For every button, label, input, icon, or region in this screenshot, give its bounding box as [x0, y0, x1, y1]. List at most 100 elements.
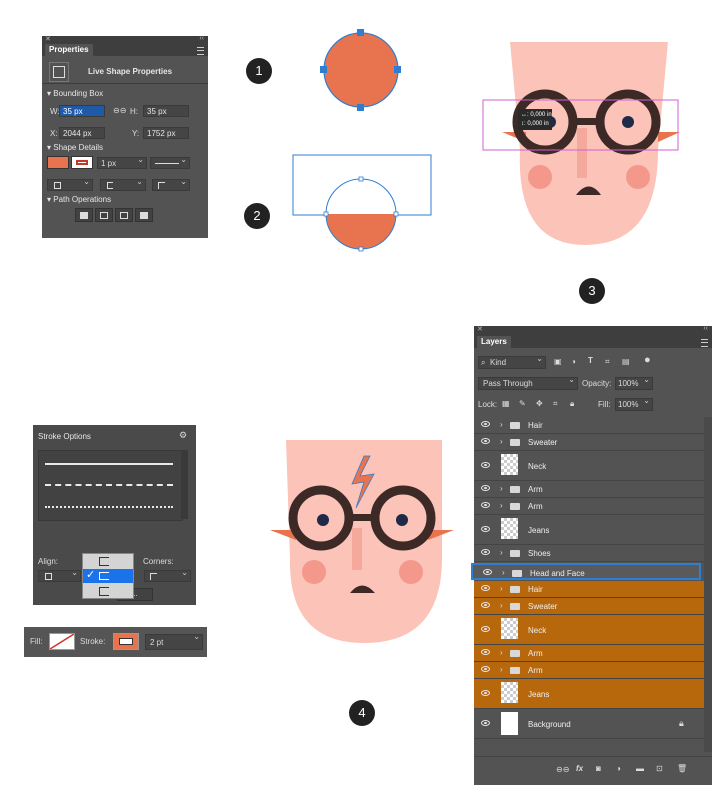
- stroke-width-dropdown[interactable]: 1 px: [97, 155, 147, 169]
- stroke-preset-dotted[interactable]: [45, 506, 173, 508]
- filter-smart-object-icon[interactable]: ▤: [622, 357, 630, 366]
- layers-close-icon[interactable]: ✕: [477, 325, 483, 333]
- fill-none-swatch[interactable]: [49, 633, 75, 650]
- filter-type-icon[interactable]: T: [588, 356, 593, 365]
- visibility-eye-icon[interactable]: [481, 626, 490, 632]
- combine-shapes-button[interactable]: [75, 208, 93, 222]
- height-field[interactable]: 35 px: [143, 105, 189, 117]
- layers-scrollbar[interactable]: [704, 417, 712, 752]
- chevron-right-icon[interactable]: ›: [500, 420, 503, 429]
- filter-adjustment-icon[interactable]: ◑: [571, 357, 576, 366]
- visibility-eye-icon[interactable]: [483, 569, 492, 575]
- layer-row-sweater-copy[interactable]: › Sweater: [474, 598, 711, 615]
- lock-image-icon[interactable]: ✎: [519, 399, 526, 408]
- layer-row-arm-2[interactable]: › Arm: [474, 498, 711, 515]
- bounding-box-header[interactable]: ▾ Bounding Box: [47, 89, 103, 98]
- visibility-eye-icon[interactable]: [481, 549, 490, 555]
- layers-collapse-icon[interactable]: ‹‹: [703, 325, 708, 332]
- width-field[interactable]: 35 px: [59, 105, 105, 117]
- filter-shape-icon[interactable]: ⌗: [605, 357, 610, 367]
- align-dropdown[interactable]: [47, 177, 93, 191]
- layers-menu-icon[interactable]: [701, 339, 708, 347]
- layer-row-jeans-copy[interactable]: Jeans: [474, 679, 711, 709]
- align-outside-option[interactable]: [99, 587, 109, 596]
- visibility-eye-icon[interactable]: [481, 485, 490, 491]
- visibility-eye-icon[interactable]: [481, 602, 490, 608]
- corners-dropdown[interactable]: [152, 177, 190, 191]
- fill-opacity-field[interactable]: 100%: [615, 396, 653, 411]
- close-icon[interactable]: ✕: [45, 35, 51, 43]
- stroke-swatch[interactable]: [71, 156, 93, 169]
- align-center-option[interactable]: ✓: [83, 569, 133, 583]
- layer-row-hair-copy[interactable]: › Hair: [474, 581, 711, 598]
- chevron-right-icon[interactable]: ›: [500, 437, 503, 446]
- lock-artboard-icon[interactable]: ⌗: [553, 399, 558, 409]
- link-icon[interactable]: ⊖⊖: [113, 106, 126, 115]
- stroke-color-swatch[interactable]: [113, 633, 139, 650]
- align-inside-option[interactable]: [99, 557, 109, 566]
- chevron-right-icon[interactable]: ›: [500, 648, 503, 657]
- layer-row-hair[interactable]: › Hair: [474, 417, 711, 434]
- chevron-right-icon[interactable]: ›: [500, 484, 503, 493]
- subtract-shape-button[interactable]: [95, 208, 113, 222]
- lock-transparent-icon[interactable]: ▦: [502, 399, 510, 408]
- adjustment-layer-icon[interactable]: ◑: [616, 764, 621, 773]
- visibility-eye-icon[interactable]: [481, 720, 490, 726]
- visibility-eye-icon[interactable]: [481, 438, 490, 444]
- layer-row-arm[interactable]: › Arm: [474, 481, 711, 498]
- new-group-icon[interactable]: ▬: [636, 764, 644, 773]
- filter-pixel-icon[interactable]: ▣: [554, 357, 562, 366]
- path-operations-header[interactable]: ▾ Path Operations: [47, 195, 111, 204]
- chevron-right-icon[interactable]: ›: [500, 548, 503, 557]
- delete-layer-icon[interactable]: 🗑︎: [677, 764, 687, 773]
- visibility-eye-icon[interactable]: [481, 690, 490, 696]
- layer-row-arm-copy[interactable]: › Arm: [474, 645, 711, 662]
- chevron-right-icon[interactable]: ›: [500, 501, 503, 510]
- intersect-shape-button[interactable]: [115, 208, 133, 222]
- visibility-eye-icon[interactable]: [481, 526, 490, 532]
- fill-swatch[interactable]: [47, 156, 69, 169]
- stroke-options-gear-icon[interactable]: ⚙: [179, 430, 187, 441]
- stroke-type-dropdown[interactable]: [150, 155, 190, 169]
- chevron-right-icon[interactable]: ›: [502, 568, 505, 577]
- stroke-align-dropdown[interactable]: [38, 568, 81, 582]
- chevron-right-icon[interactable]: ›: [500, 601, 503, 610]
- layer-row-shoes[interactable]: › Shoes: [474, 545, 711, 562]
- layer-row-background[interactable]: Background 🔒︎: [474, 709, 711, 739]
- new-layer-icon[interactable]: ⊡: [656, 764, 663, 773]
- layer-row-head-and-face[interactable]: › Head and Face: [471, 563, 701, 580]
- visibility-eye-icon[interactable]: [481, 421, 490, 427]
- chevron-right-icon[interactable]: ›: [500, 584, 503, 593]
- visibility-eye-icon[interactable]: [481, 462, 490, 468]
- collapse-icon[interactable]: ‹‹: [199, 35, 204, 42]
- stroke-preset-solid[interactable]: [45, 463, 173, 465]
- layer-row-jeans[interactable]: Jeans: [474, 515, 711, 545]
- visibility-eye-icon[interactable]: [481, 666, 490, 672]
- visibility-eye-icon[interactable]: [481, 585, 490, 591]
- x-field[interactable]: 2044 px: [59, 127, 105, 139]
- visibility-eye-icon[interactable]: [481, 502, 490, 508]
- exclude-overlap-button[interactable]: [135, 208, 153, 222]
- filter-toggle-icon[interactable]: ●: [644, 354, 651, 366]
- layer-row-neck-copy[interactable]: Neck: [474, 615, 711, 645]
- caps-dropdown[interactable]: [100, 177, 146, 191]
- stroke-corners-dropdown[interactable]: [144, 568, 191, 582]
- blend-mode-dropdown[interactable]: Pass Through: [478, 375, 578, 390]
- stroke-preset-dashed[interactable]: [45, 484, 173, 486]
- stroke-size-dropdown[interactable]: 2 pt: [145, 632, 203, 650]
- lock-position-icon[interactable]: ✥: [536, 399, 543, 408]
- lock-all-icon[interactable]: 🔒︎: [570, 399, 574, 409]
- y-field[interactable]: 1752 px: [143, 127, 189, 139]
- tab-properties[interactable]: Properties: [45, 44, 93, 56]
- layer-row-sweater[interactable]: › Sweater: [474, 434, 711, 451]
- add-mask-icon[interactable]: ◙: [596, 764, 601, 773]
- shape-details-header[interactable]: ▾ Shape Details: [47, 143, 103, 152]
- visibility-eye-icon[interactable]: [481, 649, 490, 655]
- layer-filter-dropdown[interactable]: ⌕ Kind: [478, 354, 546, 369]
- stroke-presets-scrollbar[interactable]: [181, 450, 188, 519]
- link-layers-icon[interactable]: ⊖⊖: [556, 765, 569, 774]
- tab-layers[interactable]: Layers: [477, 336, 511, 348]
- layer-row-arm-copy-2[interactable]: › Arm: [474, 662, 711, 679]
- fx-icon[interactable]: fx: [576, 764, 583, 773]
- panel-menu-icon[interactable]: [197, 47, 204, 55]
